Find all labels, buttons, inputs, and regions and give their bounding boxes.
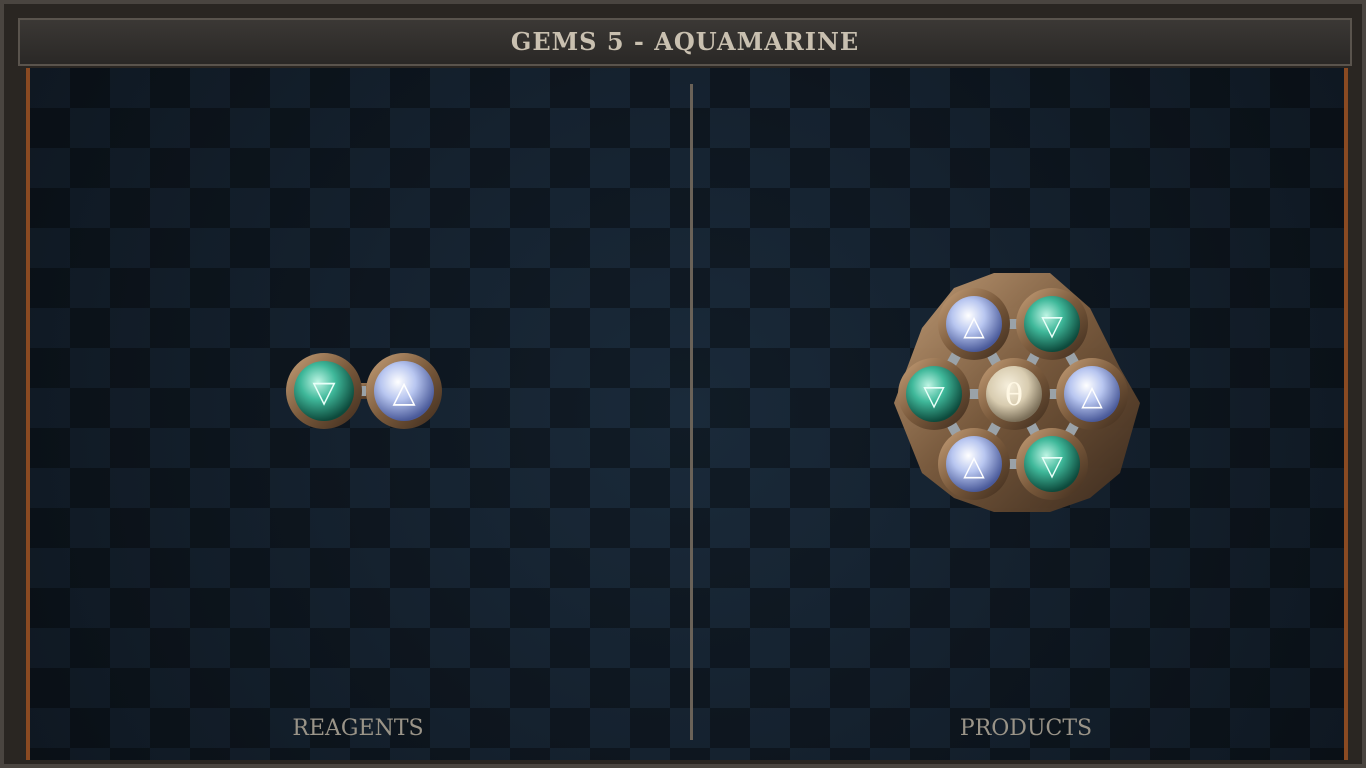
- water-symbol: ▽: [923, 379, 945, 412]
- puzzle-title: GEMS 5 - AQUAMARINE: [510, 27, 860, 56]
- water-symbol: ▽: [1041, 309, 1063, 342]
- products-label: PRODUCTS: [959, 716, 1093, 741]
- molecule-canvas: ▽ △ θ △ ▽ ▽ △ △ ▽: [286, 273, 1140, 512]
- air-symbol: △: [963, 309, 985, 342]
- title-bar: GEMS 5 - AQUAMARINE: [18, 18, 1352, 66]
- atom-air-bottom-left[interactable]: △: [938, 428, 1010, 500]
- air-symbol: △: [963, 449, 985, 482]
- product-molecule[interactable]: θ △ ▽ ▽ △ △ ▽: [894, 273, 1140, 512]
- air-symbol: △: [1081, 379, 1103, 412]
- puzzle-board: ▽ △ θ △ ▽ ▽ △ △ ▽ REAGENTS PRODUCTS: [26, 68, 1348, 760]
- atom-salt-center[interactable]: θ: [978, 358, 1050, 430]
- reagents-label: REAGENTS: [292, 716, 424, 741]
- atom-water-top-right[interactable]: ▽: [1016, 288, 1088, 360]
- atom-air-right[interactable]: △: [1056, 358, 1128, 430]
- salt-symbol: θ: [1005, 378, 1023, 413]
- air-symbol: △: [392, 375, 415, 410]
- atom-air[interactable]: △: [366, 353, 442, 429]
- water-symbol: ▽: [312, 375, 335, 410]
- atom-air-top-left[interactable]: △: [938, 288, 1010, 360]
- atom-water[interactable]: ▽: [286, 353, 362, 429]
- water-symbol: ▽: [1041, 449, 1063, 482]
- atom-water-bottom-right[interactable]: ▽: [1016, 428, 1088, 500]
- reagent-molecule[interactable]: ▽ △: [286, 353, 442, 429]
- game-window: GEMS 5 - AQUAMARINE ▽ △ θ △ ▽ ▽ △ △ ▽ RE…: [0, 0, 1366, 768]
- atom-water-left[interactable]: ▽: [898, 358, 970, 430]
